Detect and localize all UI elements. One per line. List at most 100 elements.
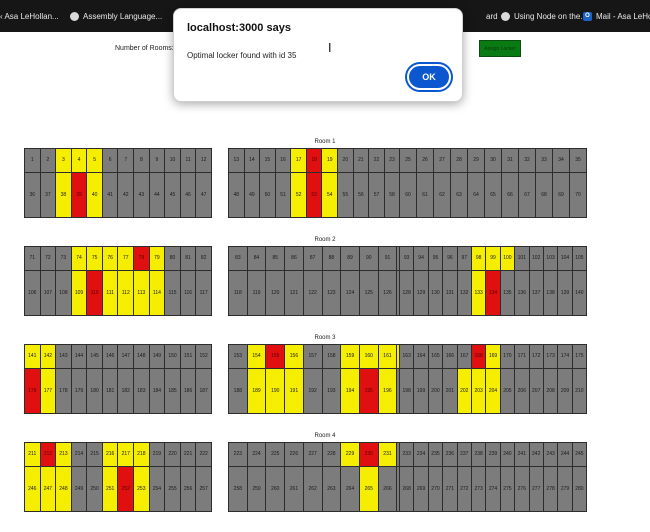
locker-cell[interactable]: 239 xyxy=(486,443,500,467)
locker-cell[interactable]: 77 xyxy=(118,247,134,271)
locker-cell[interactable]: 48 xyxy=(229,173,244,217)
locker-cell[interactable]: 13 xyxy=(229,149,244,173)
locker-cell[interactable]: 205 xyxy=(500,369,515,413)
locker-cell[interactable]: 79 xyxy=(149,247,165,271)
locker-cell[interactable]: 12 xyxy=(196,149,211,173)
locker-cell[interactable]: 4 xyxy=(71,149,87,173)
locker-cell[interactable]: 163 xyxy=(400,345,414,369)
locker-cell[interactable]: 207 xyxy=(529,369,543,413)
locker-cell[interactable]: 146 xyxy=(102,345,118,369)
locker-cell[interactable]: 266 xyxy=(378,467,397,511)
locker-cell[interactable]: 70 xyxy=(570,173,586,217)
locker-cell[interactable]: 106 xyxy=(25,271,40,315)
locker-cell[interactable]: 114 xyxy=(149,271,165,315)
locker-cell[interactable]: 122 xyxy=(303,271,322,315)
locker-cell[interactable]: 81 xyxy=(180,247,196,271)
locker-cell[interactable]: 10 xyxy=(165,149,180,173)
locker-cell[interactable]: 25 xyxy=(400,149,416,173)
locker-cell[interactable]: 178 xyxy=(56,369,71,413)
locker-cell[interactable]: 60 xyxy=(400,173,416,217)
locker-cell[interactable]: 240 xyxy=(500,443,515,467)
locker-cell[interactable]: 91 xyxy=(378,247,397,271)
locker-cell[interactable]: 54 xyxy=(322,173,338,217)
locker-cell[interactable]: 212 xyxy=(40,443,56,467)
locker-cell[interactable]: 142 xyxy=(40,345,56,369)
locker-cell[interactable]: 30 xyxy=(485,149,501,173)
locker-cell[interactable]: 147 xyxy=(118,345,134,369)
locker-cell[interactable]: 82 xyxy=(196,247,211,271)
locker-cell[interactable]: 121 xyxy=(285,271,303,315)
locker-cell[interactable]: 166 xyxy=(443,345,457,369)
locker-cell[interactable]: 159 xyxy=(341,345,359,369)
locker-cell[interactable]: 268 xyxy=(400,467,414,511)
locker-cell[interactable]: 141 xyxy=(25,345,40,369)
locker-cell[interactable]: 50 xyxy=(260,173,275,217)
locker-cell[interactable]: 254 xyxy=(149,467,165,511)
locker-cell[interactable]: 15 xyxy=(260,149,275,173)
locker-cell[interactable]: 265 xyxy=(359,467,378,511)
locker-cell[interactable]: 95 xyxy=(428,247,443,271)
locker-cell[interactable]: 11 xyxy=(180,149,196,173)
locker-cell[interactable]: 230 xyxy=(359,443,378,467)
locker-cell[interactable]: 126 xyxy=(378,271,397,315)
locker-cell[interactable]: 233 xyxy=(400,443,414,467)
locker-cell[interactable]: 113 xyxy=(134,271,149,315)
locker-cell[interactable]: 87 xyxy=(303,247,322,271)
locker-cell[interactable]: 144 xyxy=(71,345,87,369)
locker-cell[interactable]: 96 xyxy=(443,247,457,271)
locker-cell[interactable]: 269 xyxy=(414,467,428,511)
locker-cell[interactable]: 237 xyxy=(457,443,471,467)
locker-cell[interactable]: 90 xyxy=(359,247,378,271)
locker-cell[interactable]: 221 xyxy=(180,443,196,467)
locker-cell[interactable]: 157 xyxy=(303,345,322,369)
locker-cell[interactable]: 53 xyxy=(306,173,322,217)
locker-cell[interactable]: 105 xyxy=(572,247,587,271)
locker-cell[interactable]: 169 xyxy=(486,345,500,369)
locker-cell[interactable]: 235 xyxy=(428,443,443,467)
locker-cell[interactable]: 277 xyxy=(529,467,543,511)
locker-cell[interactable]: 186 xyxy=(180,369,196,413)
locker-cell[interactable]: 129 xyxy=(414,271,428,315)
locker-cell[interactable]: 28 xyxy=(451,149,467,173)
locker-cell[interactable]: 75 xyxy=(87,247,102,271)
locker-cell[interactable]: 218 xyxy=(134,443,149,467)
locker-cell[interactable]: 98 xyxy=(471,247,486,271)
locker-cell[interactable]: 26 xyxy=(417,149,433,173)
locker-cell[interactable]: 108 xyxy=(56,271,71,315)
locker-cell[interactable]: 279 xyxy=(558,467,572,511)
locker-cell[interactable]: 161 xyxy=(378,345,397,369)
locker-cell[interactable]: 153 xyxy=(229,345,247,369)
locker-cell[interactable]: 117 xyxy=(196,271,211,315)
locker-cell[interactable]: 261 xyxy=(285,467,303,511)
locker-cell[interactable]: 247 xyxy=(40,467,56,511)
locker-cell[interactable]: 263 xyxy=(322,467,341,511)
locker-cell[interactable]: 78 xyxy=(134,247,149,271)
locker-cell[interactable]: 213 xyxy=(56,443,71,467)
locker-cell[interactable]: 248 xyxy=(56,467,71,511)
locker-cell[interactable]: 270 xyxy=(428,467,443,511)
locker-cell[interactable]: 193 xyxy=(322,369,341,413)
locker-cell[interactable]: 76 xyxy=(102,247,118,271)
locker-cell[interactable]: 130 xyxy=(428,271,443,315)
locker-cell[interactable]: 264 xyxy=(341,467,359,511)
locker-cell[interactable]: 271 xyxy=(443,467,457,511)
locker-cell[interactable]: 179 xyxy=(71,369,87,413)
locker-cell[interactable]: 180 xyxy=(87,369,102,413)
locker-cell[interactable]: 124 xyxy=(341,271,359,315)
locker-cell[interactable]: 170 xyxy=(500,345,515,369)
locker-cell[interactable]: 192 xyxy=(303,369,322,413)
locker-cell[interactable]: 55 xyxy=(338,173,353,217)
locker-cell[interactable]: 198 xyxy=(400,369,414,413)
locker-cell[interactable]: 278 xyxy=(543,467,558,511)
locker-cell[interactable]: 177 xyxy=(40,369,56,413)
locker-cell[interactable]: 133 xyxy=(471,271,486,315)
locker-cell[interactable]: 104 xyxy=(558,247,572,271)
locker-cell[interactable]: 253 xyxy=(134,467,149,511)
locker-cell[interactable]: 16 xyxy=(275,149,291,173)
locker-cell[interactable]: 260 xyxy=(266,467,285,511)
locker-cell[interactable]: 45 xyxy=(165,173,180,217)
locker-cell[interactable]: 61 xyxy=(417,173,433,217)
locker-cell[interactable]: 47 xyxy=(196,173,211,217)
locker-cell[interactable]: 250 xyxy=(87,467,102,511)
locker-cell[interactable]: 194 xyxy=(341,369,359,413)
